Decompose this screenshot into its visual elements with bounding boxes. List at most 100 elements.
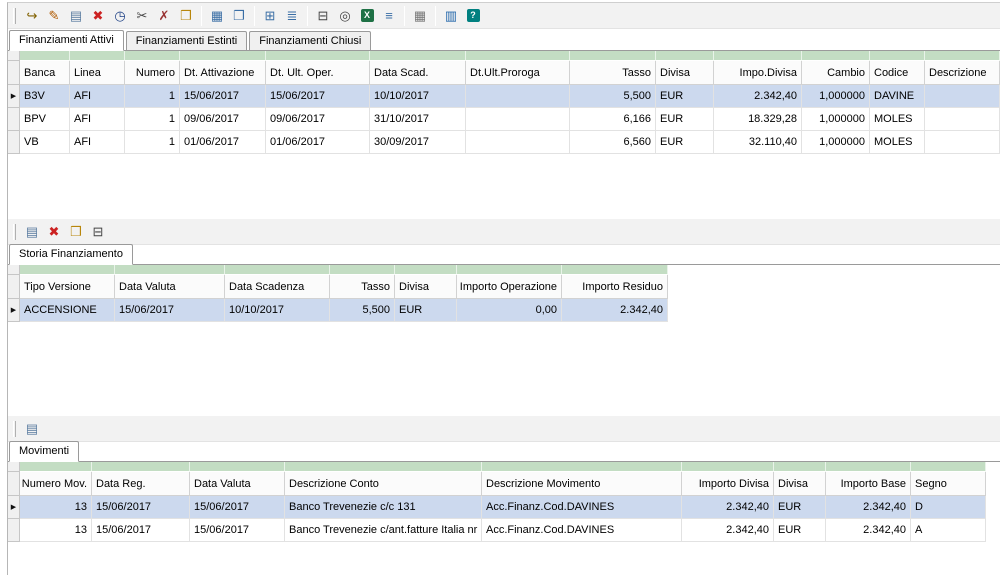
list-button[interactable]: ≡ [378,5,400,27]
column-header[interactable]: Segno [911,472,986,496]
toolbar-grip[interactable] [13,421,16,437]
history-tabstrip: Storia Finanziamento [8,245,1000,265]
tab-finanziamenti-attivi[interactable]: Finanziamenti Attivi [9,30,124,51]
column-header[interactable]: Descrizione [925,61,1000,85]
print-button[interactable]: ⊟ [312,5,334,27]
column-header[interactable]: Dt. Attivazione [180,61,266,85]
column-header[interactable]: Codice [870,61,925,85]
column-header[interactable]: Divisa [656,61,714,85]
column-header[interactable]: Importo Base [826,472,911,496]
column-header[interactable]: Divisa [774,472,826,496]
cell: 0,00 [457,299,562,322]
column-header[interactable]: Importo Divisa [682,472,774,496]
column-header[interactable]: Linea [70,61,125,85]
band-cell [911,462,986,472]
column-header[interactable]: Cambio [802,61,870,85]
journal-button[interactable]: ▥ [440,5,462,27]
table-button[interactable]: ▦ [206,5,228,27]
properties-button[interactable]: ▤ [21,221,43,243]
cell [925,108,1000,131]
column-header[interactable]: Data Valuta [115,275,225,299]
tab-finanziamenti-estinti[interactable]: Finanziamenti Estinti [126,31,248,51]
print-button[interactable]: ⊟ [87,221,109,243]
table-row[interactable]: ▶B3VAFI115/06/201715/06/201710/10/20175,… [8,85,1000,108]
totals-button[interactable]: ▦ [409,5,431,27]
tab-storia-finanziamento[interactable]: Storia Finanziamento [9,244,133,265]
header-row: BancaLineaNumeroDt. AttivazioneDt. Ult. … [8,61,1000,85]
column-header[interactable]: Divisa [395,275,457,299]
cell: 15/06/2017 [92,519,190,542]
columns-button[interactable]: ≣ [281,5,303,27]
column-header[interactable]: Importo Residuo [562,275,668,299]
table-row[interactable]: ▶ACCENSIONE15/06/201710/10/20175,500EUR0… [8,299,668,322]
column-header[interactable]: Importo Operazione [457,275,562,299]
column-header[interactable]: Numero [125,61,180,85]
delete-button[interactable]: ✖ [87,5,109,27]
movements-tabstrip: Movimenti [8,442,1000,462]
column-header[interactable]: Descrizione Movimento [482,472,682,496]
column-header[interactable]: Data Scad. [370,61,466,85]
band-cell [180,51,266,61]
paste-button[interactable]: ❒ [175,5,197,27]
column-header[interactable]: Tipo Versione [20,275,115,299]
column-header[interactable]: Dt. Ult. Oper. [266,61,370,85]
cell [466,108,570,131]
history-button[interactable]: ◷ [109,5,131,27]
edit-button[interactable]: ✎ [43,5,65,27]
help-button[interactable]: ? [462,5,484,27]
new-button[interactable]: ❒ [65,221,87,243]
cell: 15/06/2017 [266,85,370,108]
table-row[interactable]: ▶1315/06/201715/06/2017Banco Trevenezie … [8,496,986,519]
toolbar-grip[interactable] [13,8,16,24]
column-header[interactable]: Impo.Divisa [714,61,802,85]
column-header[interactable]: Descrizione Conto [285,472,482,496]
cell: 1 [125,131,180,154]
cell: MOLES [870,108,925,131]
loans-grid: BancaLineaNumeroDt. AttivazioneDt. Ult. … [8,51,1000,214]
group-band [8,51,1000,61]
cell: 2.342,40 [682,519,774,542]
movements-grid: Numero Mov.Data Reg.Data ValutaDescrizio… [8,462,986,575]
totals-icon: ▦ [414,9,426,22]
column-header[interactable]: Data Valuta [190,472,285,496]
movements-toolbar: ▤ [8,416,1000,442]
cell: MOLES [870,131,925,154]
properties-button[interactable]: ▤ [65,5,87,27]
excel-export-button[interactable]: X [356,5,378,27]
column-header[interactable]: Data Scadenza [225,275,330,299]
column-header[interactable]: Banca [20,61,70,85]
column-header[interactable]: Data Reg. [92,472,190,496]
table-row[interactable]: BPVAFI109/06/201709/06/201731/10/20176,1… [8,108,1000,131]
header-corner [8,275,20,299]
print-preview-button[interactable]: ◎ [334,5,356,27]
table-row[interactable]: VBAFI101/06/201701/06/201730/09/20176,56… [8,131,1000,154]
history-grid: Tipo VersioneData ValutaData ScadenzaTas… [8,265,668,411]
cell: 15/06/2017 [190,519,285,542]
column-header[interactable]: Tasso [330,275,395,299]
paste-icon: ❒ [180,9,192,22]
band-cell [482,462,682,472]
tab-movimenti[interactable]: Movimenti [9,441,79,462]
table-row[interactable]: 1315/06/201715/06/2017Banco Trevenezie c… [8,519,986,542]
band-cell [802,51,870,61]
band-cell [656,51,714,61]
column-header[interactable]: Dt.Ult.Proroga [466,61,570,85]
column-header[interactable]: Numero Mov. [20,472,92,496]
grid-button[interactable]: ⊞ [259,5,281,27]
properties-button[interactable]: ▤ [21,418,43,440]
toolbar-grip[interactable] [13,224,16,240]
band-cell [20,462,92,472]
cut-button[interactable]: ✂ [131,5,153,27]
table-icon: ▦ [211,9,223,22]
cell: EUR [395,299,457,322]
cell [466,85,570,108]
cell: 1 [125,108,180,131]
clear-button[interactable]: ✗ [153,5,175,27]
delete-button[interactable]: ✖ [43,221,65,243]
column-header[interactable]: Tasso [570,61,656,85]
open-button[interactable]: ↪ [21,5,43,27]
cell: 32.110,40 [714,131,802,154]
tab-finanziamenti-chiusi[interactable]: Finanziamenti Chiusi [249,31,371,51]
copy-button[interactable]: ❐ [228,5,250,27]
cell: 09/06/2017 [266,108,370,131]
